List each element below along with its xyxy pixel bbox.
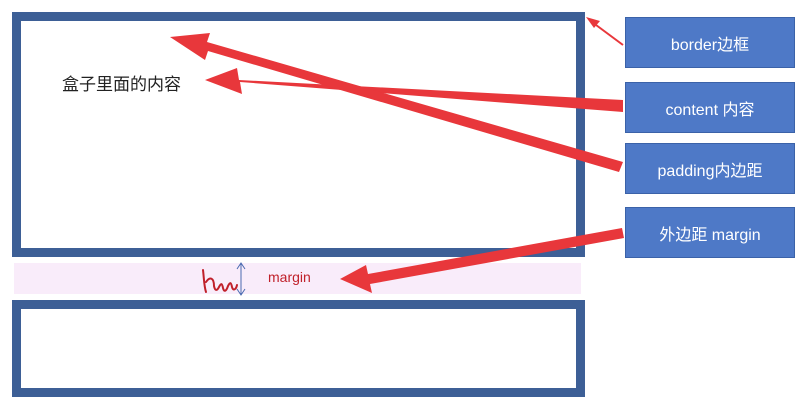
lower-box — [12, 300, 585, 397]
callout-border: border边框 — [625, 17, 795, 68]
callout-content: content 内容 — [625, 82, 795, 133]
margin-label: margin — [268, 269, 311, 285]
content-text: 盒子里面的内容 — [62, 75, 181, 95]
box-model-diagram: 盒子里面的内容 margin border边框 content 内容 paddi… — [0, 0, 809, 409]
callout-padding: padding内边距 — [625, 143, 795, 194]
callout-margin: 外边距 margin — [625, 207, 795, 258]
outer-box — [12, 12, 585, 257]
arrow-border — [586, 17, 624, 46]
